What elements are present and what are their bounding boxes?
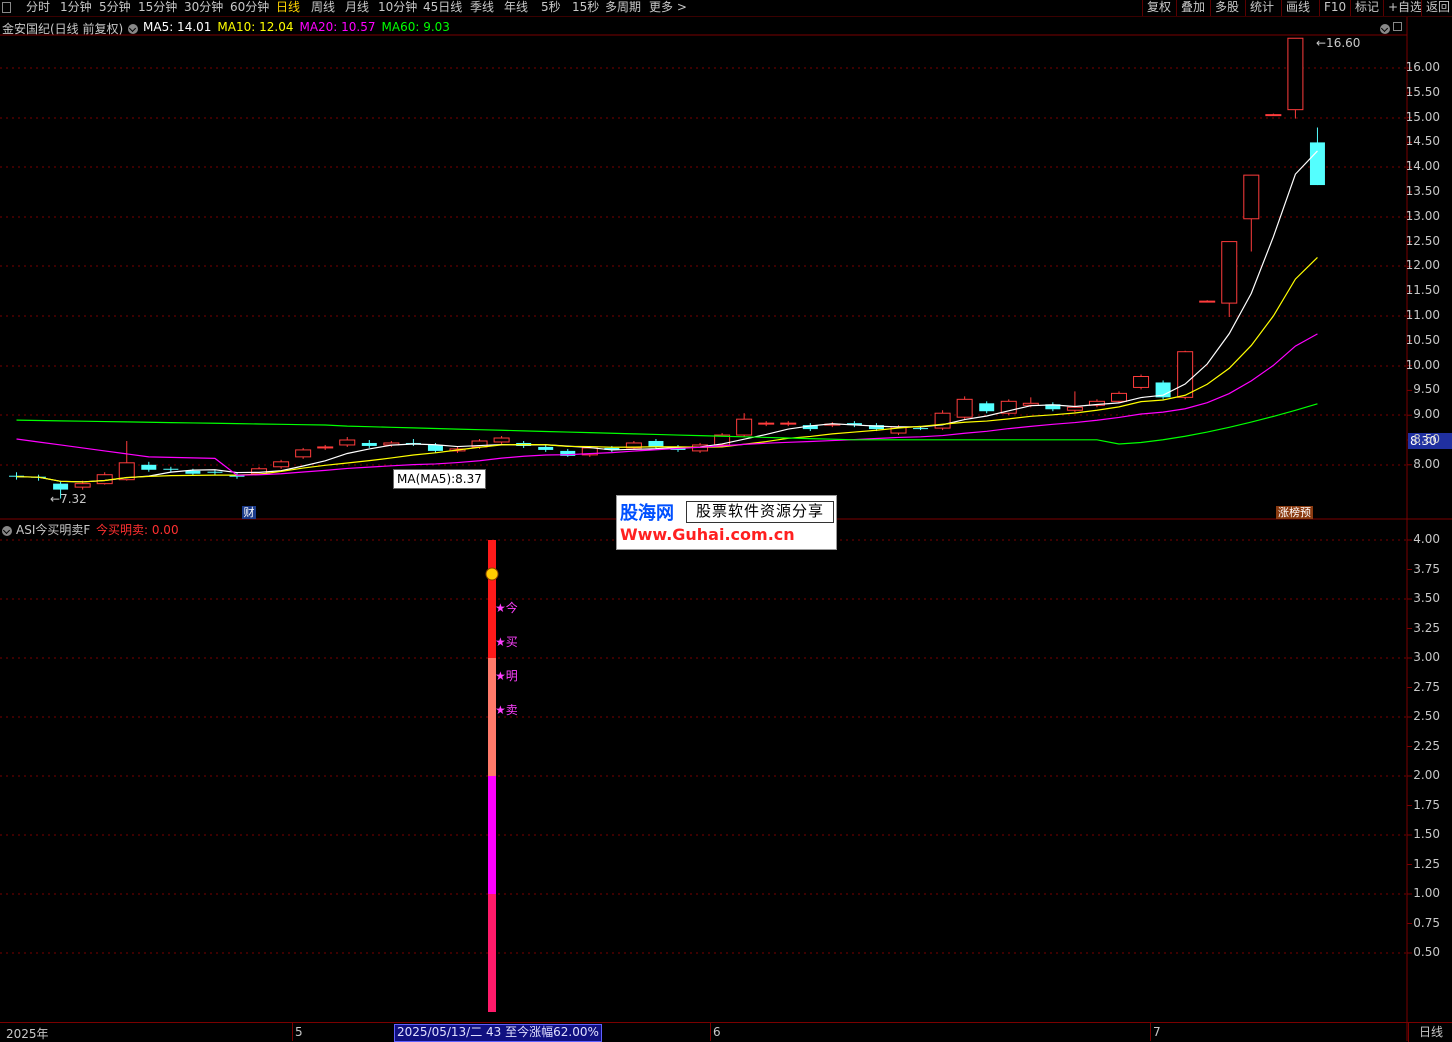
watermark-logo: 股海网 股票软件资源分享 Www.Guhai.com.cn: [616, 495, 837, 550]
candle-body: [339, 439, 356, 446]
candle-body: [1177, 351, 1194, 398]
financial-report-marker[interactable]: 财: [242, 506, 256, 519]
candle-body: [317, 446, 334, 449]
limit-up-marker[interactable]: 涨榜预: [1276, 506, 1313, 519]
candle-body: [736, 418, 753, 436]
candle-body: [913, 428, 929, 430]
price-tick-label: 12.00: [1405, 258, 1440, 273]
candle-body: [493, 437, 510, 443]
price-tick-label: 15.00: [1405, 109, 1440, 124]
price-tick-label: 12.50: [1405, 233, 1440, 248]
indicator-tick-label: 1.00: [1413, 886, 1440, 900]
candle-body: [53, 483, 69, 490]
price-tick-label: 10.50: [1405, 332, 1440, 347]
price-tick-label: 8.50: [1413, 432, 1440, 446]
indicator-tick-label: 3.50: [1413, 591, 1440, 605]
watermark-slogan: 股票软件资源分享: [686, 501, 834, 523]
candle-body: [427, 444, 443, 451]
indicator-tick-label: 1.75: [1413, 797, 1440, 812]
price-tick-label: 16.00: [1405, 60, 1440, 74]
ma60-line: [16, 403, 1318, 445]
candle-body: [74, 483, 91, 488]
candle-body: [273, 461, 290, 468]
candle-body: [1133, 376, 1150, 388]
ma-tooltip: MA(MA5):8.37: [393, 469, 486, 489]
indicator-tick-label: 2.75: [1413, 679, 1440, 694]
price-tick-label: 8.00: [1413, 456, 1440, 471]
price-tick-label: 13.50: [1405, 184, 1440, 198]
indicator-tick-label: 2.25: [1413, 738, 1440, 753]
time-axis: 2025年 5 6 7 2025/05/13/二 43 至今涨幅62.00%: [0, 1022, 1408, 1042]
candle-body: [141, 464, 157, 470]
indicator-tick-label: 4.00: [1413, 532, 1440, 546]
indicator-tick-label: 2.50: [1413, 709, 1440, 723]
time-label-year: 2025年: [6, 1027, 49, 1041]
candle-body: [1287, 37, 1304, 111]
price-tick-label: 11.00: [1405, 308, 1440, 322]
cursor-date-info: 2025/05/13/二 43 至今涨幅62.00%: [394, 1024, 602, 1042]
indicator-value: 今买明卖: 0.00: [96, 523, 179, 537]
signal-text-3: ★卖: [495, 703, 518, 717]
candle-body: [956, 398, 973, 418]
indicator-tick-label: 1.25: [1413, 856, 1440, 871]
candle-body: [1243, 174, 1260, 220]
time-label-jun: 6: [713, 1025, 721, 1039]
period-button[interactable]: 日线: [1408, 1022, 1452, 1042]
candle-body: [780, 422, 797, 425]
candle-body: [1066, 406, 1083, 411]
signal-text-1: ★买: [495, 635, 518, 649]
candle-body: [207, 471, 223, 473]
candle-body: [1111, 392, 1127, 402]
price-tick-label: 9.00: [1413, 407, 1440, 422]
watermark-brand: 股海网: [620, 503, 674, 524]
price-tick-label: 9.50: [1413, 382, 1440, 397]
indicator-tick-label: 3.75: [1413, 561, 1440, 576]
price-tick-label: 14.50: [1405, 134, 1440, 149]
price-tick-label: 15.50: [1405, 84, 1440, 99]
low-price-label: ←7.32: [50, 492, 87, 506]
candle-body: [163, 468, 179, 470]
time-label-jul: 7: [1153, 1025, 1161, 1039]
signal-bar-magenta: [488, 776, 496, 894]
signal-text-2: ★明: [495, 669, 518, 683]
indicator-tick-label: 0.50: [1413, 945, 1440, 959]
indicator-tick-label: 3.00: [1413, 650, 1440, 664]
price-tick-label: 14.00: [1405, 159, 1440, 174]
candle-body: [648, 440, 664, 447]
ma20-line: [16, 333, 1318, 476]
candle-body: [538, 446, 554, 450]
indicator-tick-label: 1.50: [1413, 827, 1440, 841]
candle-body: [361, 442, 377, 446]
indicator-tick-label: 3.25: [1413, 620, 1440, 635]
price-tick-label: 10.00: [1405, 357, 1440, 372]
time-label-may: 5: [295, 1025, 303, 1039]
watermark-url: Www.Guhai.com.cn: [620, 525, 795, 544]
candle-body: [1221, 241, 1238, 304]
signal-text-0: ★今: [495, 600, 518, 615]
candle-body: [934, 412, 951, 429]
candle-body: [1199, 300, 1216, 303]
money-bag-icon: [485, 567, 499, 581]
candle-body: [1265, 114, 1282, 117]
indicator-tick-label: 0.75: [1413, 915, 1440, 930]
candle-body: [758, 422, 775, 425]
indicator-settings-icon[interactable]: [2, 523, 12, 536]
price-tick-label: 13.00: [1405, 208, 1440, 223]
candle-body: [979, 403, 995, 412]
indicator-name: ASI今买明卖F: [16, 523, 91, 537]
candle-body: [1309, 142, 1325, 186]
candle-body: [295, 449, 312, 458]
indicator-tick-label: 2.00: [1413, 768, 1440, 782]
price-tick-label: 11.50: [1405, 283, 1440, 298]
signal-bar-pink: [488, 894, 496, 1012]
high-price-label: ←16.60: [1316, 36, 1360, 50]
